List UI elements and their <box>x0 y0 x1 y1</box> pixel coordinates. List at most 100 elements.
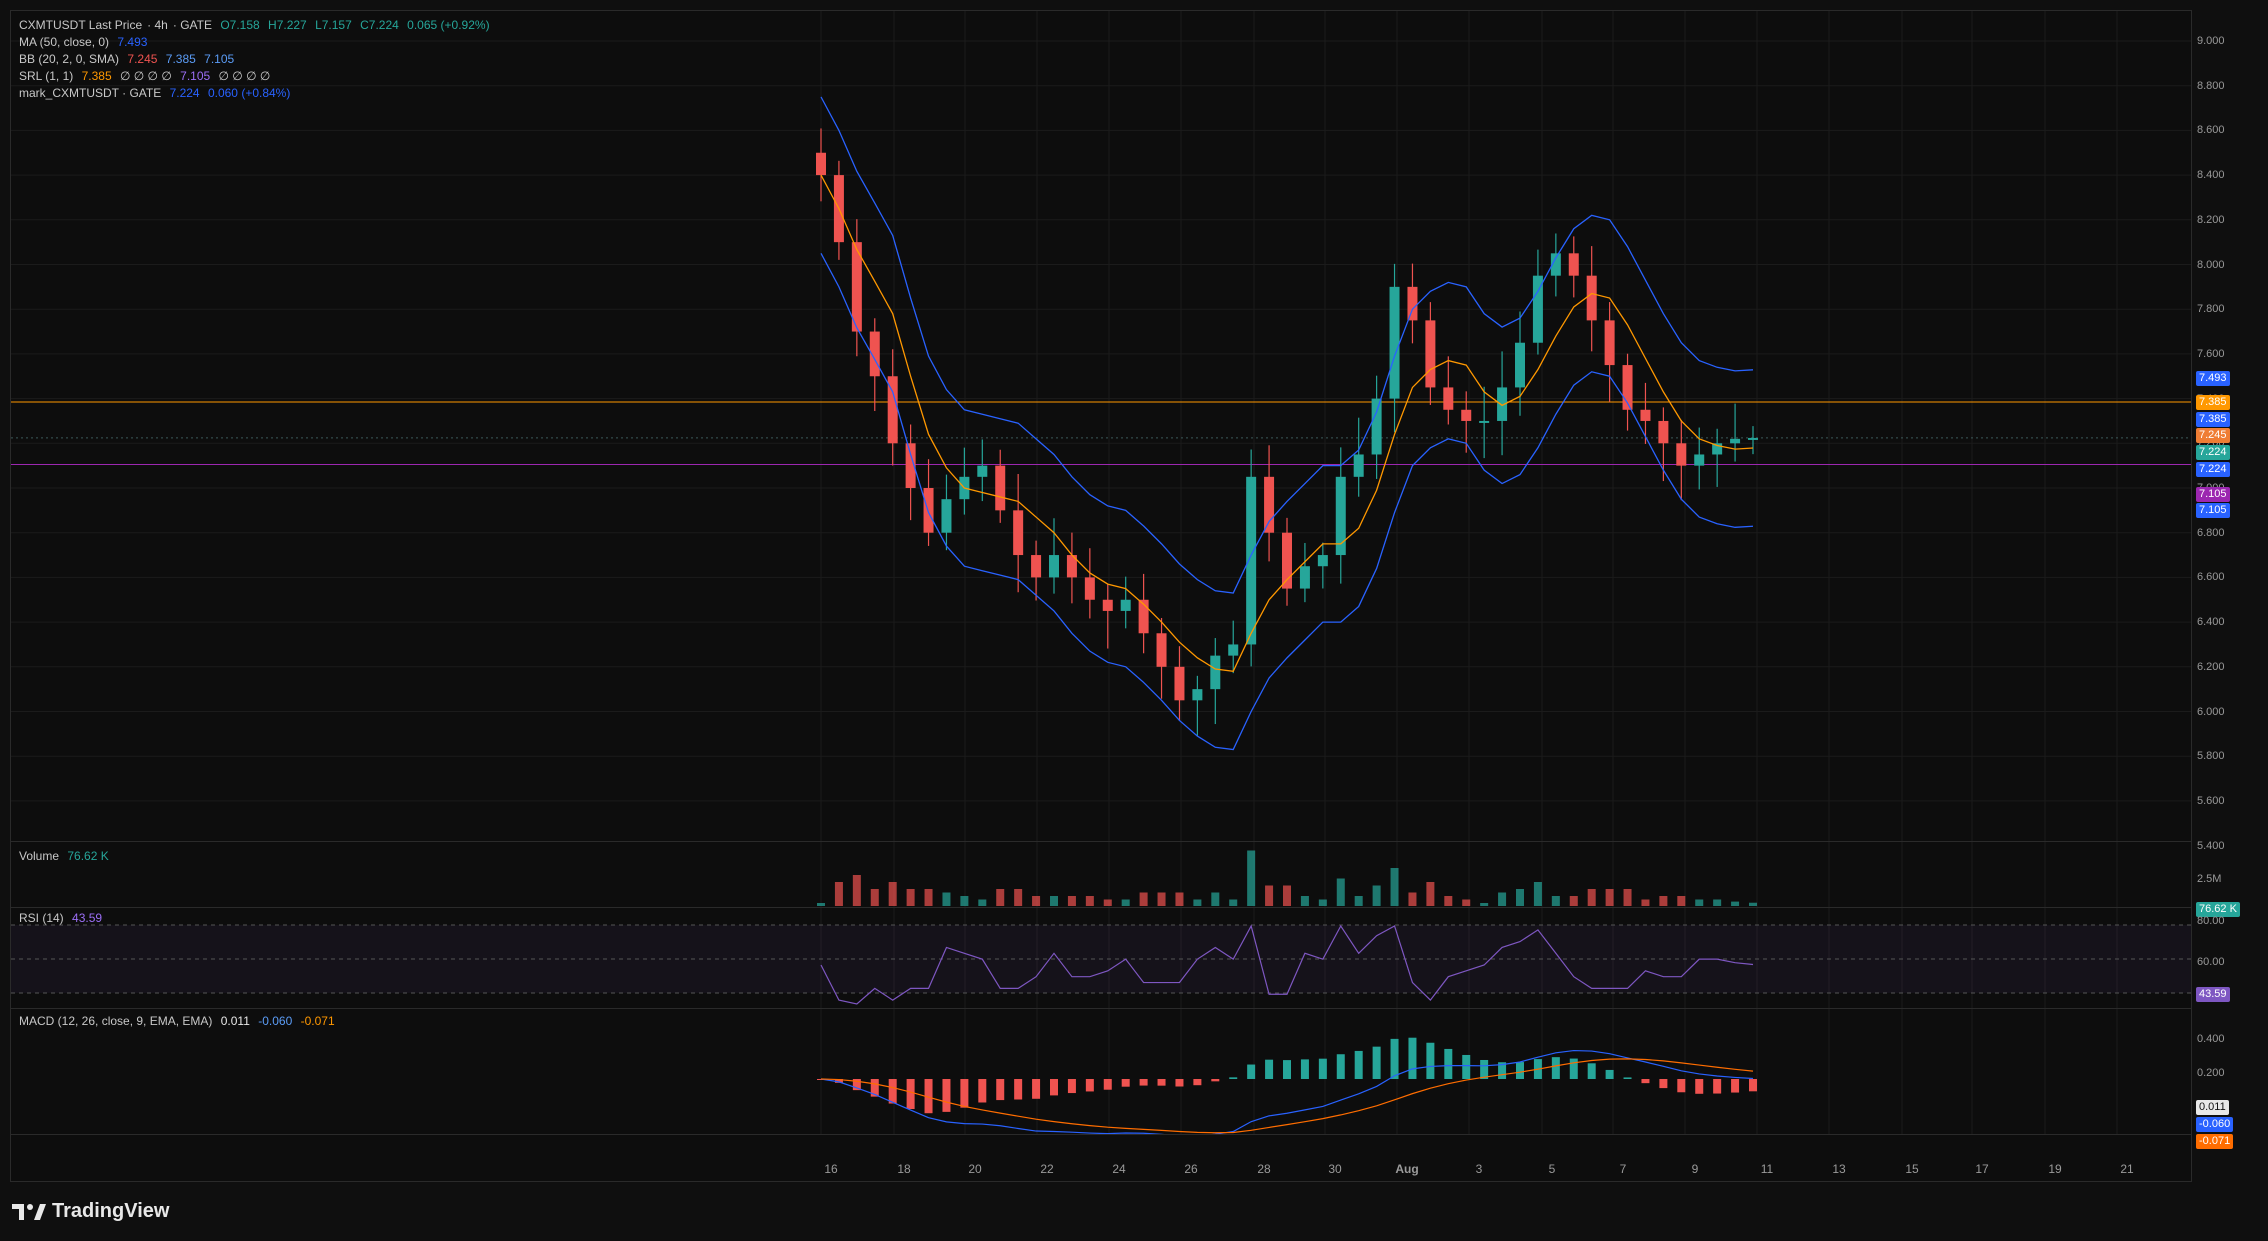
price-tick-label: 8.800 <box>2197 79 2225 92</box>
macd-histogram-bar <box>1587 1063 1596 1079</box>
price-tag: 7.493 <box>2196 370 2230 386</box>
volume-bar <box>1408 892 1417 906</box>
candle-body <box>1658 420 1669 444</box>
macd-histogram-bar <box>942 1079 951 1112</box>
candle-body <box>1174 666 1185 701</box>
candle-body <box>1586 275 1597 321</box>
macd-histogram-bar <box>1193 1079 1202 1086</box>
volume-bar <box>996 889 1005 906</box>
change-value: 0.065 (+0.92%) <box>407 18 490 32</box>
volume-bar <box>1713 899 1722 906</box>
price-axis[interactable]: 9.000 8.800 8.600 8.400 8.200 8.000 7.800 7.600… <box>2191 11 2242 1181</box>
mark-value: 7.224 <box>169 86 200 100</box>
volume-bar <box>1444 896 1453 906</box>
volume-bar <box>924 889 933 906</box>
price-pane[interactable]: CXMTUSDT Last Price · 4h · GATE O7.158 H7.… <box>11 11 2191 842</box>
volume-canvas[interactable] <box>11 842 2191 907</box>
candle-body <box>1192 689 1203 701</box>
chart-frame[interactable]: CXMTUSDT Last Price · 4h · GATE O7.158 H7.… <box>10 10 2240 1182</box>
volume-legend: Volume 76.62 K <box>19 848 114 865</box>
volume-bar <box>1426 882 1435 906</box>
macd-pane[interactable]: MACD (12, 26, close, 9, EMA, EMA) 0.011 … <box>11 1009 2191 1135</box>
volume-bar <box>906 889 915 906</box>
macd-axis-mid: 0.200 <box>2197 1067 2225 1079</box>
price-chart-canvas[interactable] <box>11 11 2191 841</box>
candle-body <box>1156 633 1167 667</box>
candle-body <box>1640 409 1651 421</box>
macd-histogram-bar <box>1103 1079 1112 1090</box>
srl-legend[interactable]: SRL (1, 1) 7.385 ∅ ∅ ∅ ∅ 7.105 ∅ ∅ ∅ ∅ <box>19 68 495 85</box>
time-tick-label: 26 <box>1184 1162 1198 1176</box>
rsi-label: RSI (14) <box>19 911 64 925</box>
symbol-title[interactable]: CXMTUSDT Last Price <box>19 18 142 32</box>
time-tick-label: 15 <box>1905 1162 1919 1176</box>
macd-line-value: -0.060 <box>258 1014 293 1028</box>
candle-body <box>1353 454 1364 477</box>
candle-body <box>1748 437 1758 440</box>
macd-histogram-bar <box>996 1079 1005 1101</box>
volume-bar <box>1623 889 1632 906</box>
rsi-canvas[interactable] <box>11 908 2191 1008</box>
interval-label[interactable]: 4h <box>154 18 167 32</box>
time-tick-label: 30 <box>1328 1162 1342 1176</box>
macd-histogram-bar <box>1265 1059 1274 1079</box>
volume-bar <box>1480 903 1489 906</box>
candle-body <box>1371 398 1382 455</box>
srl-value-1: 7.385 <box>81 69 112 83</box>
macd-histogram-bar <box>1139 1079 1148 1086</box>
volume-bar <box>1749 902 1757 906</box>
candle-body <box>1407 286 1418 321</box>
macd-histogram-bar <box>1336 1054 1345 1079</box>
candle-body <box>1604 320 1615 366</box>
price-tick-label: 7.800 <box>2197 303 2225 316</box>
macd-hist-value: 0.011 <box>220 1014 250 1028</box>
candle-body <box>1013 510 1024 556</box>
macd-histogram-bar <box>1121 1079 1130 1087</box>
macd-histogram-bar <box>1318 1058 1327 1079</box>
time-tick-label: 28 <box>1257 1162 1271 1176</box>
volume-bar <box>1731 901 1740 906</box>
candle-body <box>977 465 988 477</box>
macd-histogram-bar <box>1300 1059 1309 1079</box>
volume-bar <box>1139 892 1148 906</box>
macd-histogram-bar <box>1229 1077 1238 1079</box>
macd-histogram-bar <box>1372 1046 1381 1079</box>
price-tick-label: 7.600 <box>2197 347 2225 360</box>
volume-bar <box>1085 896 1094 906</box>
volume-pane[interactable]: Volume 76.62 K <box>11 842 2191 908</box>
srl-value-2: 7.105 <box>180 69 211 83</box>
candle-body <box>1568 253 1579 276</box>
bb-legend[interactable]: BB (20, 2, 0, SMA) 7.245 7.385 7.105 <box>19 51 495 68</box>
time-tick-label: 16 <box>824 1162 838 1176</box>
price-tick-label: 6.000 <box>2197 705 2225 718</box>
mark-legend[interactable]: mark_CXMTUSDT · GATE 7.224 0.060 (+0.84%… <box>19 85 495 102</box>
tradingview-logo[interactable]: TradingView <box>12 1200 169 1223</box>
volume-bar <box>1175 892 1184 906</box>
time-tick-label: 9 <box>1691 1162 1699 1176</box>
price-tick-label: 5.400 <box>2197 839 2225 852</box>
low-value: L7.157 <box>315 18 352 32</box>
candle-body <box>1246 476 1257 645</box>
volume-bar <box>1211 892 1220 906</box>
macd-signal-value: -0.071 <box>300 1014 335 1028</box>
macd-histogram-bar <box>1551 1057 1560 1079</box>
volume-bar <box>1498 892 1507 906</box>
candle-body <box>923 488 934 533</box>
candle-body <box>995 465 1006 511</box>
srl-nulls-1: ∅ ∅ ∅ ∅ <box>119 69 172 83</box>
time-tick-label: 19 <box>2048 1162 2062 1176</box>
volume-bar <box>1318 899 1327 906</box>
rsi-pane[interactable]: RSI (14) 43.59 <box>11 908 2191 1009</box>
macd-histogram-bar <box>1283 1060 1291 1079</box>
volume-bar <box>1032 896 1041 906</box>
volume-bar <box>1050 896 1058 906</box>
macd-histogram-bar <box>1623 1077 1632 1079</box>
price-tag: 7.224 <box>2196 462 2230 477</box>
macd-histogram-bar <box>1032 1079 1041 1099</box>
price-tick-label: 9.000 <box>2197 35 2225 47</box>
ma-legend[interactable]: MA (50, close, 0) 7.493 <box>19 34 495 51</box>
price-tick-label: 6.600 <box>2197 571 2225 584</box>
macd-histogram-bar <box>1211 1079 1220 1082</box>
bb-basis: 7.245 <box>127 52 158 66</box>
macd-histogram-bar <box>906 1079 915 1110</box>
